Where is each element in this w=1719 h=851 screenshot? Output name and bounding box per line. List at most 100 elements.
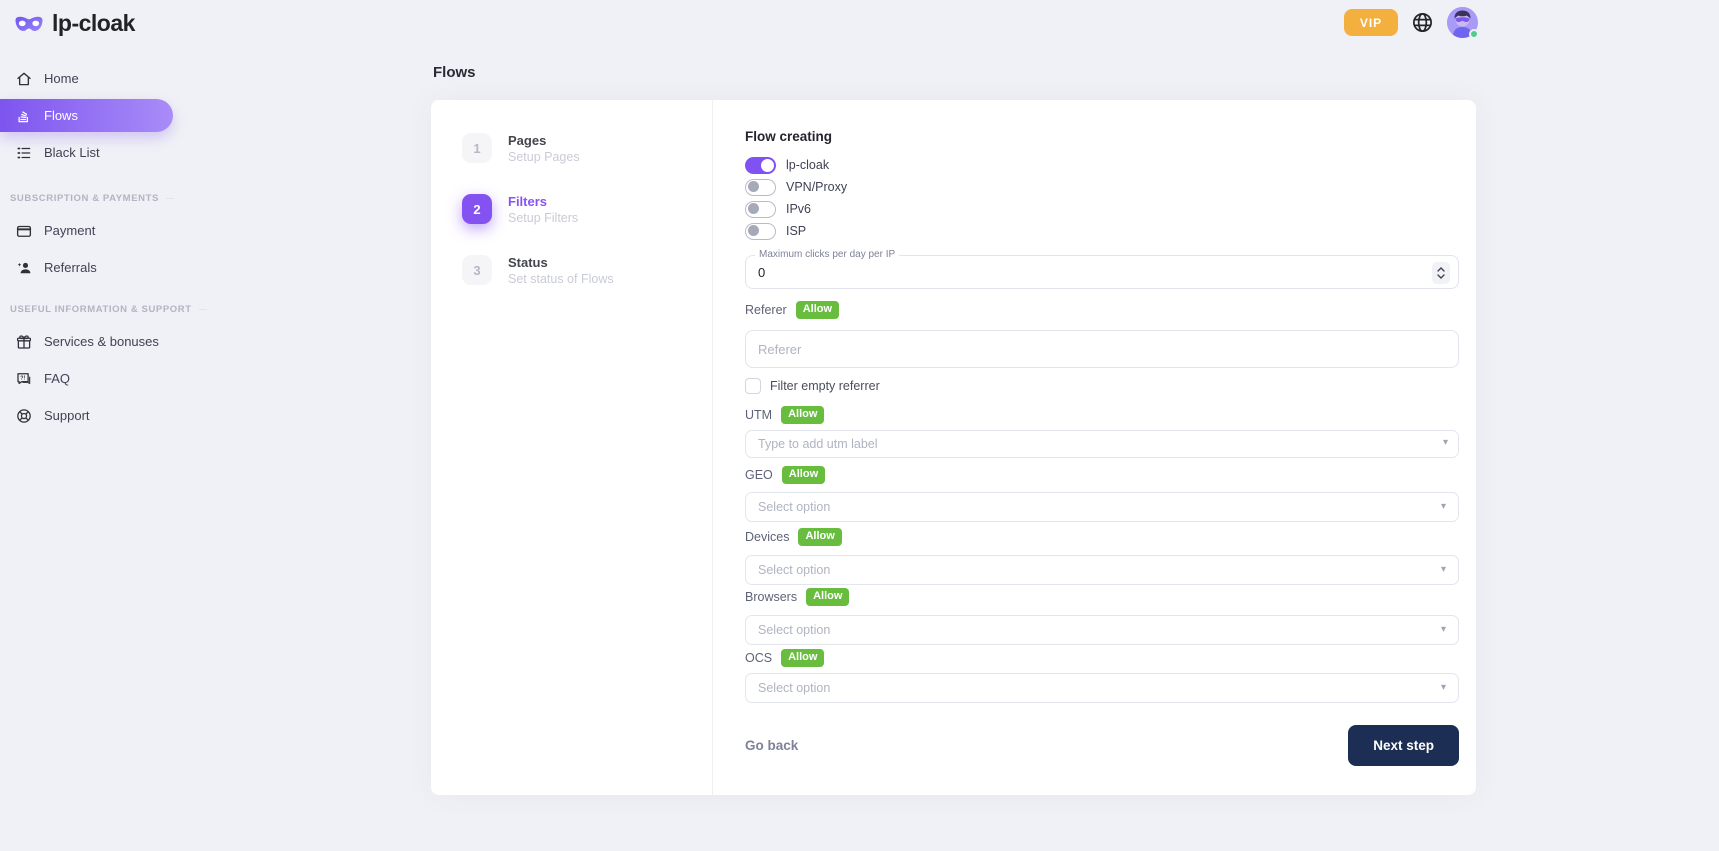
- toggle-label: VPN/Proxy: [786, 180, 847, 194]
- ocs-allow-badge[interactable]: Allow: [781, 649, 824, 667]
- geo-label: GEO: [745, 468, 773, 482]
- chevron-up-icon: [1437, 267, 1445, 272]
- referer-label: Referer: [745, 303, 787, 317]
- user-avatar[interactable]: [1447, 7, 1478, 38]
- next-step-button[interactable]: Next step: [1348, 725, 1459, 766]
- sidebar-section-useful: USEFUL INFORMATION & SUPPORT: [10, 304, 166, 315]
- referer-allow-badge[interactable]: Allow: [796, 301, 839, 319]
- step-title: Pages: [508, 133, 580, 149]
- filter-empty-referrer-checkbox[interactable]: [745, 378, 761, 394]
- referer-label-row: Referer Allow: [745, 301, 1459, 319]
- geo-allow-badge[interactable]: Allow: [782, 466, 825, 484]
- toggle-knob: [748, 203, 759, 214]
- devices-select[interactable]: Select option ▾: [745, 555, 1459, 585]
- step-number: 2: [462, 194, 492, 224]
- gift-icon: [15, 333, 33, 351]
- main-content: Flows 1 Pages Setup Pages 2 Filters Setu…: [431, 63, 1476, 795]
- step-filters[interactable]: 2 Filters Setup Filters: [462, 194, 712, 226]
- sidebar-item-services-bonuses[interactable]: Services & bonuses: [0, 325, 180, 358]
- utm-allow-badge[interactable]: Allow: [781, 406, 824, 424]
- lp-cloak-toggle[interactable]: [745, 157, 776, 174]
- toggle-row-ipv6[interactable]: IPv6: [745, 200, 1459, 218]
- step-number: 3: [462, 255, 492, 285]
- step-title: Status: [508, 255, 614, 271]
- sidebar: Home Flows Black List SUBSCRIPTION & PAY…: [0, 44, 180, 436]
- mask-logo-icon: [14, 12, 44, 35]
- sidebar-item-black-list[interactable]: Black List: [0, 136, 180, 169]
- step-subtitle: Set status of Flows: [508, 271, 614, 287]
- step-pages[interactable]: 1 Pages Setup Pages: [462, 133, 712, 165]
- vip-button[interactable]: VIP: [1344, 9, 1398, 36]
- ocs-label: OCS: [745, 651, 772, 665]
- utm-input[interactable]: [745, 430, 1459, 458]
- page-title: Flows: [433, 63, 1476, 83]
- devices-allow-badge[interactable]: Allow: [798, 528, 841, 546]
- list-icon: [15, 144, 33, 162]
- sidebar-item-support[interactable]: Support: [0, 399, 180, 432]
- sidebar-item-label: Home: [44, 71, 79, 86]
- toggle-label: lp-cloak: [786, 158, 829, 172]
- caret-down-icon: ▾: [1441, 565, 1446, 575]
- vpn-proxy-toggle[interactable]: [745, 179, 776, 196]
- brand-logo[interactable]: lp-cloak: [14, 10, 135, 37]
- step-subtitle: Setup Filters: [508, 210, 578, 226]
- select-placeholder: Select option: [758, 500, 830, 514]
- app-window: lp-cloak VIP Home: [0, 0, 1719, 851]
- globe-icon[interactable]: [1411, 11, 1434, 34]
- step-status[interactable]: 3 Status Set status of Flows: [462, 255, 712, 287]
- sidebar-item-label: FAQ: [44, 371, 70, 386]
- sidebar-item-home[interactable]: Home: [0, 62, 180, 95]
- toggle-knob: [748, 181, 759, 192]
- isp-toggle[interactable]: [745, 223, 776, 240]
- filter-empty-referrer-row[interactable]: Filter empty referrer: [745, 378, 1459, 394]
- max-clicks-label: Maximum clicks per day per IP: [755, 249, 899, 260]
- sidebar-item-payment[interactable]: Payment: [0, 214, 180, 247]
- caret-down-icon: ▾: [1441, 502, 1446, 512]
- max-clicks-input[interactable]: [746, 256, 1458, 288]
- utm-field: ▾: [745, 430, 1459, 458]
- home-icon: [15, 70, 33, 88]
- sidebar-item-label: Flows: [44, 108, 78, 123]
- step-subtitle: Setup Pages: [508, 149, 580, 165]
- go-back-button[interactable]: Go back: [745, 738, 798, 753]
- ipv6-toggle[interactable]: [745, 201, 776, 218]
- caret-down-icon: ▾: [1441, 625, 1446, 635]
- lifebuoy-icon: [15, 407, 33, 425]
- ocs-label-row: OCS Allow: [745, 649, 1459, 667]
- sidebar-item-label: Referrals: [44, 260, 97, 275]
- utm-label-row: UTM Allow: [745, 406, 1459, 424]
- flow-creating-form: Flow creating lp-cloak VPN/Proxy IPv6: [713, 100, 1476, 795]
- chevron-down-icon: [1437, 274, 1445, 279]
- toggle-row-isp[interactable]: ISP: [745, 222, 1459, 240]
- referer-field: [745, 330, 1459, 368]
- geo-label-row: GEO Allow: [745, 466, 1459, 484]
- devices-label-row: Devices Allow: [745, 528, 1459, 546]
- toggle-row-vpn-proxy[interactable]: VPN/Proxy: [745, 178, 1459, 196]
- caret-down-icon: ▾: [1441, 683, 1446, 693]
- select-placeholder: Select option: [758, 563, 830, 577]
- toggle-knob: [748, 225, 759, 236]
- select-placeholder: Select option: [758, 623, 830, 637]
- browsers-select[interactable]: Select option ▾: [745, 615, 1459, 645]
- toggle-row-lp-cloak[interactable]: lp-cloak: [745, 156, 1459, 174]
- step-title: Filters: [508, 194, 578, 210]
- sidebar-item-referrals[interactable]: Referrals: [0, 251, 180, 284]
- toggle-group: lp-cloak VPN/Proxy IPv6 ISP: [745, 156, 1459, 244]
- form-title: Flow creating: [745, 129, 1459, 144]
- select-placeholder: Select option: [758, 681, 830, 695]
- caret-down-icon: ▾: [1443, 438, 1448, 448]
- checkbox-label: Filter empty referrer: [770, 379, 880, 393]
- browsers-label-row: Browsers Allow: [745, 588, 1459, 606]
- number-stepper[interactable]: [1432, 262, 1450, 284]
- sidebar-item-faq[interactable]: ?! FAQ: [0, 362, 180, 395]
- ocs-select[interactable]: Select option ▾: [745, 673, 1459, 703]
- geo-select[interactable]: Select option ▾: [745, 492, 1459, 522]
- referer-input[interactable]: [745, 330, 1459, 368]
- browsers-allow-badge[interactable]: Allow: [806, 588, 849, 606]
- sidebar-section-subscription: SUBSCRIPTION & PAYMENTS: [10, 193, 166, 204]
- person-add-icon: [15, 259, 33, 277]
- credit-card-icon: [15, 222, 33, 240]
- sidebar-item-flows[interactable]: Flows: [0, 99, 173, 132]
- step-number: 1: [462, 133, 492, 163]
- svg-text:?!: ?!: [20, 375, 25, 381]
